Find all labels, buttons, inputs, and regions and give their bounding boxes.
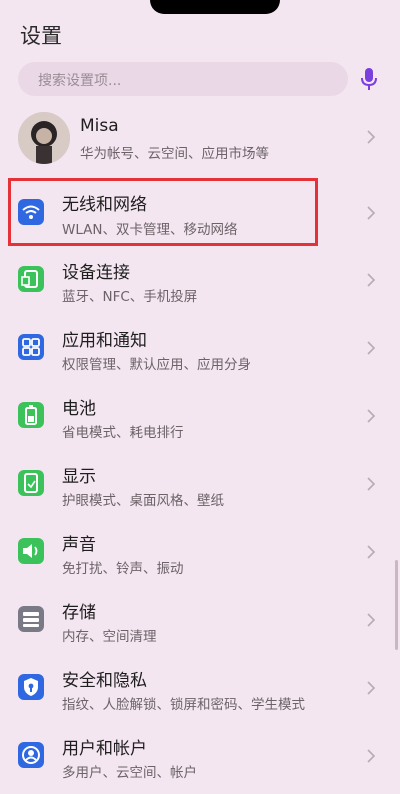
battery-icon: [18, 402, 44, 428]
settings-item-storage[interactable]: 存储 内存、空间清理: [0, 590, 400, 658]
chevron-right-icon: [367, 749, 376, 763]
scrollbar[interactable]: [395, 560, 398, 650]
item-subtitle: 多用户、云空间、帐户: [62, 765, 197, 781]
profile-subtitle: 华为帐号、云空间、应用市场等: [80, 146, 269, 162]
highlight-box: [8, 178, 318, 246]
settings-item-device-connection[interactable]: 设备连接 蓝牙、NFC、手机投屏: [0, 250, 400, 318]
item-title: 电池: [62, 399, 96, 419]
chevron-right-icon: [367, 206, 376, 220]
chevron-right-icon: [367, 545, 376, 559]
chevron-right-icon: [367, 130, 376, 144]
profile-row[interactable]: Misa 华为帐号、云空间、应用市场等: [0, 104, 400, 172]
display-icon: [18, 470, 44, 496]
device-connection-icon: [18, 266, 44, 292]
avatar: [18, 112, 70, 164]
item-title: 用户和帐户: [62, 739, 147, 759]
item-subtitle: 内存、空间清理: [62, 629, 157, 645]
item-title: 设备连接: [62, 263, 130, 283]
settings-item-sound[interactable]: 声音 免打扰、铃声、振动: [0, 522, 400, 590]
item-subtitle: 护眼模式、桌面风格、壁纸: [62, 493, 224, 509]
storage-icon: [18, 606, 44, 632]
chevron-right-icon: [367, 341, 376, 355]
sound-icon: [18, 538, 44, 564]
camera-notch: [150, 0, 280, 14]
settings-item-users[interactable]: 用户和帐户 多用户、云空间、帐户: [0, 726, 400, 794]
chevron-right-icon: [367, 477, 376, 491]
chevron-right-icon: [367, 409, 376, 423]
item-title: 声音: [62, 535, 96, 555]
apps-icon: [18, 334, 44, 360]
item-subtitle: 蓝牙、NFC、手机投屏: [62, 289, 198, 305]
item-subtitle: 指纹、人脸解锁、锁屏和密码、学生模式: [62, 697, 305, 713]
item-title: 应用和通知: [62, 331, 147, 351]
item-title: 存储: [62, 603, 96, 623]
settings-item-display[interactable]: 显示 护眼模式、桌面风格、壁纸: [0, 454, 400, 522]
shield-icon: [18, 674, 44, 700]
settings-item-battery[interactable]: 电池 省电模式、耗电排行: [0, 386, 400, 454]
settings-item-security[interactable]: 安全和隐私 指纹、人脸解锁、锁屏和密码、学生模式: [0, 658, 400, 726]
item-title: 显示: [62, 467, 96, 487]
item-title: 安全和隐私: [62, 671, 147, 691]
item-subtitle: 省电模式、耗电排行: [62, 425, 184, 441]
item-subtitle: 权限管理、默认应用、应用分身: [62, 357, 251, 373]
chevron-right-icon: [367, 613, 376, 627]
user-icon: [18, 742, 44, 768]
chevron-right-icon: [367, 681, 376, 695]
search-input[interactable]: 搜索设置项...: [38, 70, 121, 90]
page-title: 设置: [20, 24, 62, 48]
settings-item-apps[interactable]: 应用和通知 权限管理、默认应用、应用分身: [0, 318, 400, 386]
search-bar[interactable]: 搜索设置项...: [18, 62, 348, 96]
item-subtitle: 免打扰、铃声、振动: [62, 561, 184, 577]
profile-name: Misa: [80, 116, 119, 136]
microphone-icon[interactable]: [358, 66, 380, 92]
chevron-right-icon: [367, 273, 376, 287]
